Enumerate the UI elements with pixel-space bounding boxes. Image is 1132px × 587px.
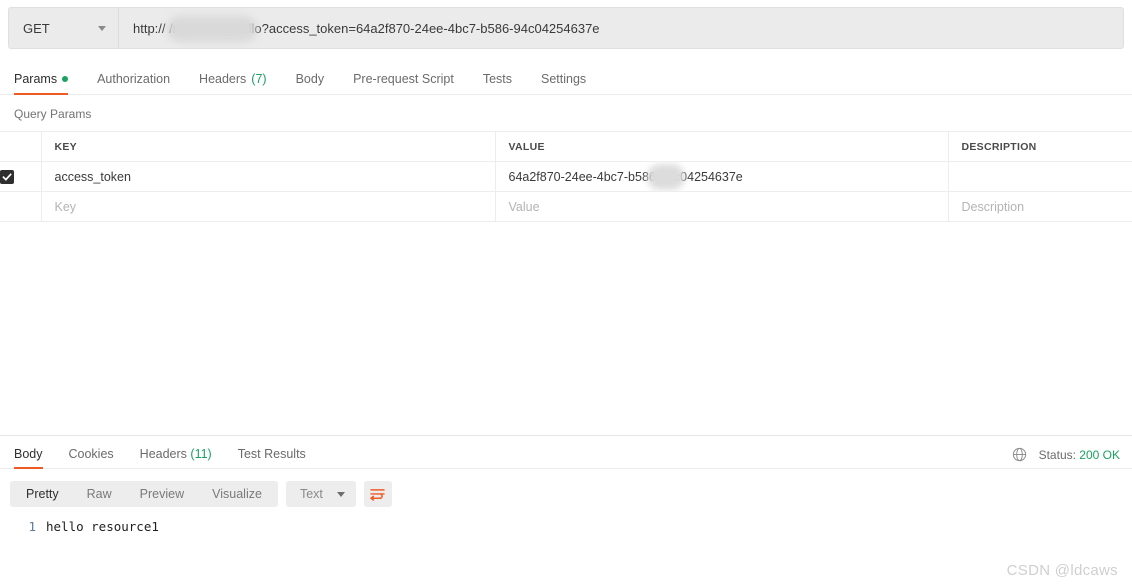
response-tabs-row: Body Cookies Headers (11) Test Results S… xyxy=(0,436,1132,469)
tab-body-label: Body xyxy=(295,72,325,86)
tab-headers[interactable]: Headers (7) xyxy=(199,72,267,94)
table-header-key: KEY xyxy=(41,131,496,162)
table-row: access_token 64a2f870-24ee-4bc7-b586-94c… xyxy=(0,161,1132,192)
tab-settings-label: Settings xyxy=(541,72,587,86)
table-header-description: DESCRIPTION xyxy=(948,131,1132,162)
view-mode-preview[interactable]: Preview xyxy=(126,481,198,507)
response-tab-headers[interactable]: Headers (11) xyxy=(140,447,212,468)
watermark: CSDN @ldcaws xyxy=(1006,562,1118,579)
response-format-select[interactable]: Text xyxy=(285,481,356,507)
response-tab-cookies[interactable]: Cookies xyxy=(69,447,114,468)
tab-params-label: Params xyxy=(14,72,58,86)
row-value-text: 64a2f870-24ee-4bc7-b586-94c04254637e xyxy=(508,169,743,184)
tab-authorization[interactable]: Authorization xyxy=(97,72,170,94)
word-wrap-icon xyxy=(370,488,386,501)
response-tab-headers-count: (11) xyxy=(190,447,212,461)
response-pane: Body Cookies Headers (11) Test Results S… xyxy=(0,436,1132,587)
tab-pre-request-script-label: Pre-request Script xyxy=(353,72,454,86)
view-mode-pretty[interactable]: Pretty xyxy=(12,481,73,507)
checkbox-checked-icon[interactable] xyxy=(0,169,14,184)
response-tab-body[interactable]: Body xyxy=(14,447,43,469)
query-params-label: Query Params xyxy=(14,107,92,121)
chevron-down-icon xyxy=(336,491,345,497)
tab-settings[interactable]: Settings xyxy=(541,72,586,94)
response-body-content[interactable]: 1 hello resource1 xyxy=(0,507,1132,534)
line-number: 1 xyxy=(28,519,36,534)
status-label-text: Status: xyxy=(1038,447,1076,462)
url-text: http:// /resource1/hello?access_token=64… xyxy=(133,20,600,36)
url-input[interactable]: http:// /resource1/hello?access_token=64… xyxy=(119,8,1123,48)
response-tab-test-results[interactable]: Test Results xyxy=(238,447,306,468)
request-tabs: Params Authorization Headers (7) Body Pr… xyxy=(0,62,1132,95)
request-url-bar: GET http:// /resource1/hello?access_toke… xyxy=(8,7,1124,49)
view-mode-group: Pretty Raw Preview Visualize xyxy=(10,481,278,507)
view-mode-raw[interactable]: Raw xyxy=(73,481,126,507)
http-method-label: GET xyxy=(23,20,50,36)
tab-params[interactable]: Params xyxy=(14,72,69,95)
placeholder-value-cell[interactable]: Value xyxy=(495,191,949,222)
tab-body[interactable]: Body xyxy=(296,72,325,94)
word-wrap-button[interactable] xyxy=(363,481,392,507)
row-key-cell[interactable]: access_token xyxy=(41,161,496,192)
tab-tests-label: Tests xyxy=(482,72,512,86)
row-description-cell[interactable] xyxy=(948,161,1132,192)
response-body-toolbar: Pretty Raw Preview Visualize Text xyxy=(0,469,1132,507)
response-status-area: Status: 200 OK xyxy=(1012,447,1120,468)
response-tabs: Body Cookies Headers (11) Test Results xyxy=(8,447,319,469)
query-params-table: KEY VALUE DESCRIPTION access_token 64a2f… xyxy=(0,131,1132,222)
tab-headers-count: (7) xyxy=(251,72,267,86)
table-header-row: KEY VALUE DESCRIPTION xyxy=(0,131,1132,162)
response-format-label: Text xyxy=(299,487,323,501)
status-label: Status: 200 OK xyxy=(1039,448,1120,462)
response-tab-test-results-label: Test Results xyxy=(237,447,306,461)
chevron-down-icon xyxy=(98,25,106,31)
table-header-checkbox-col xyxy=(0,131,42,162)
tab-authorization-label: Authorization xyxy=(97,72,171,86)
tab-pre-request-script[interactable]: Pre-request Script xyxy=(353,72,454,94)
tab-tests[interactable]: Tests xyxy=(483,72,512,94)
params-modified-dot-icon xyxy=(62,76,69,82)
response-body-line: hello resource1 xyxy=(46,519,159,534)
response-tab-headers-label: Headers xyxy=(139,447,187,461)
http-method-select[interactable]: GET xyxy=(9,8,119,48)
status-code-value: 200 OK xyxy=(1079,447,1120,462)
table-header-value: VALUE xyxy=(495,131,949,162)
placeholder-key-cell[interactable]: Key xyxy=(41,191,496,222)
placeholder-description-cell[interactable]: Description xyxy=(948,191,1132,222)
placeholder-checkbox-cell[interactable] xyxy=(0,191,42,222)
response-tab-body-label: Body xyxy=(14,447,43,461)
row-checkbox-cell[interactable] xyxy=(0,161,42,192)
globe-icon[interactable] xyxy=(1012,447,1027,462)
row-value-cell[interactable]: 64a2f870-24ee-4bc7-b586-94c04254637e xyxy=(495,161,949,192)
view-mode-visualize[interactable]: Visualize xyxy=(198,481,276,507)
response-tab-cookies-label: Cookies xyxy=(68,447,114,461)
tab-headers-label: Headers xyxy=(199,72,247,86)
table-row: Key Value Description xyxy=(0,191,1132,222)
